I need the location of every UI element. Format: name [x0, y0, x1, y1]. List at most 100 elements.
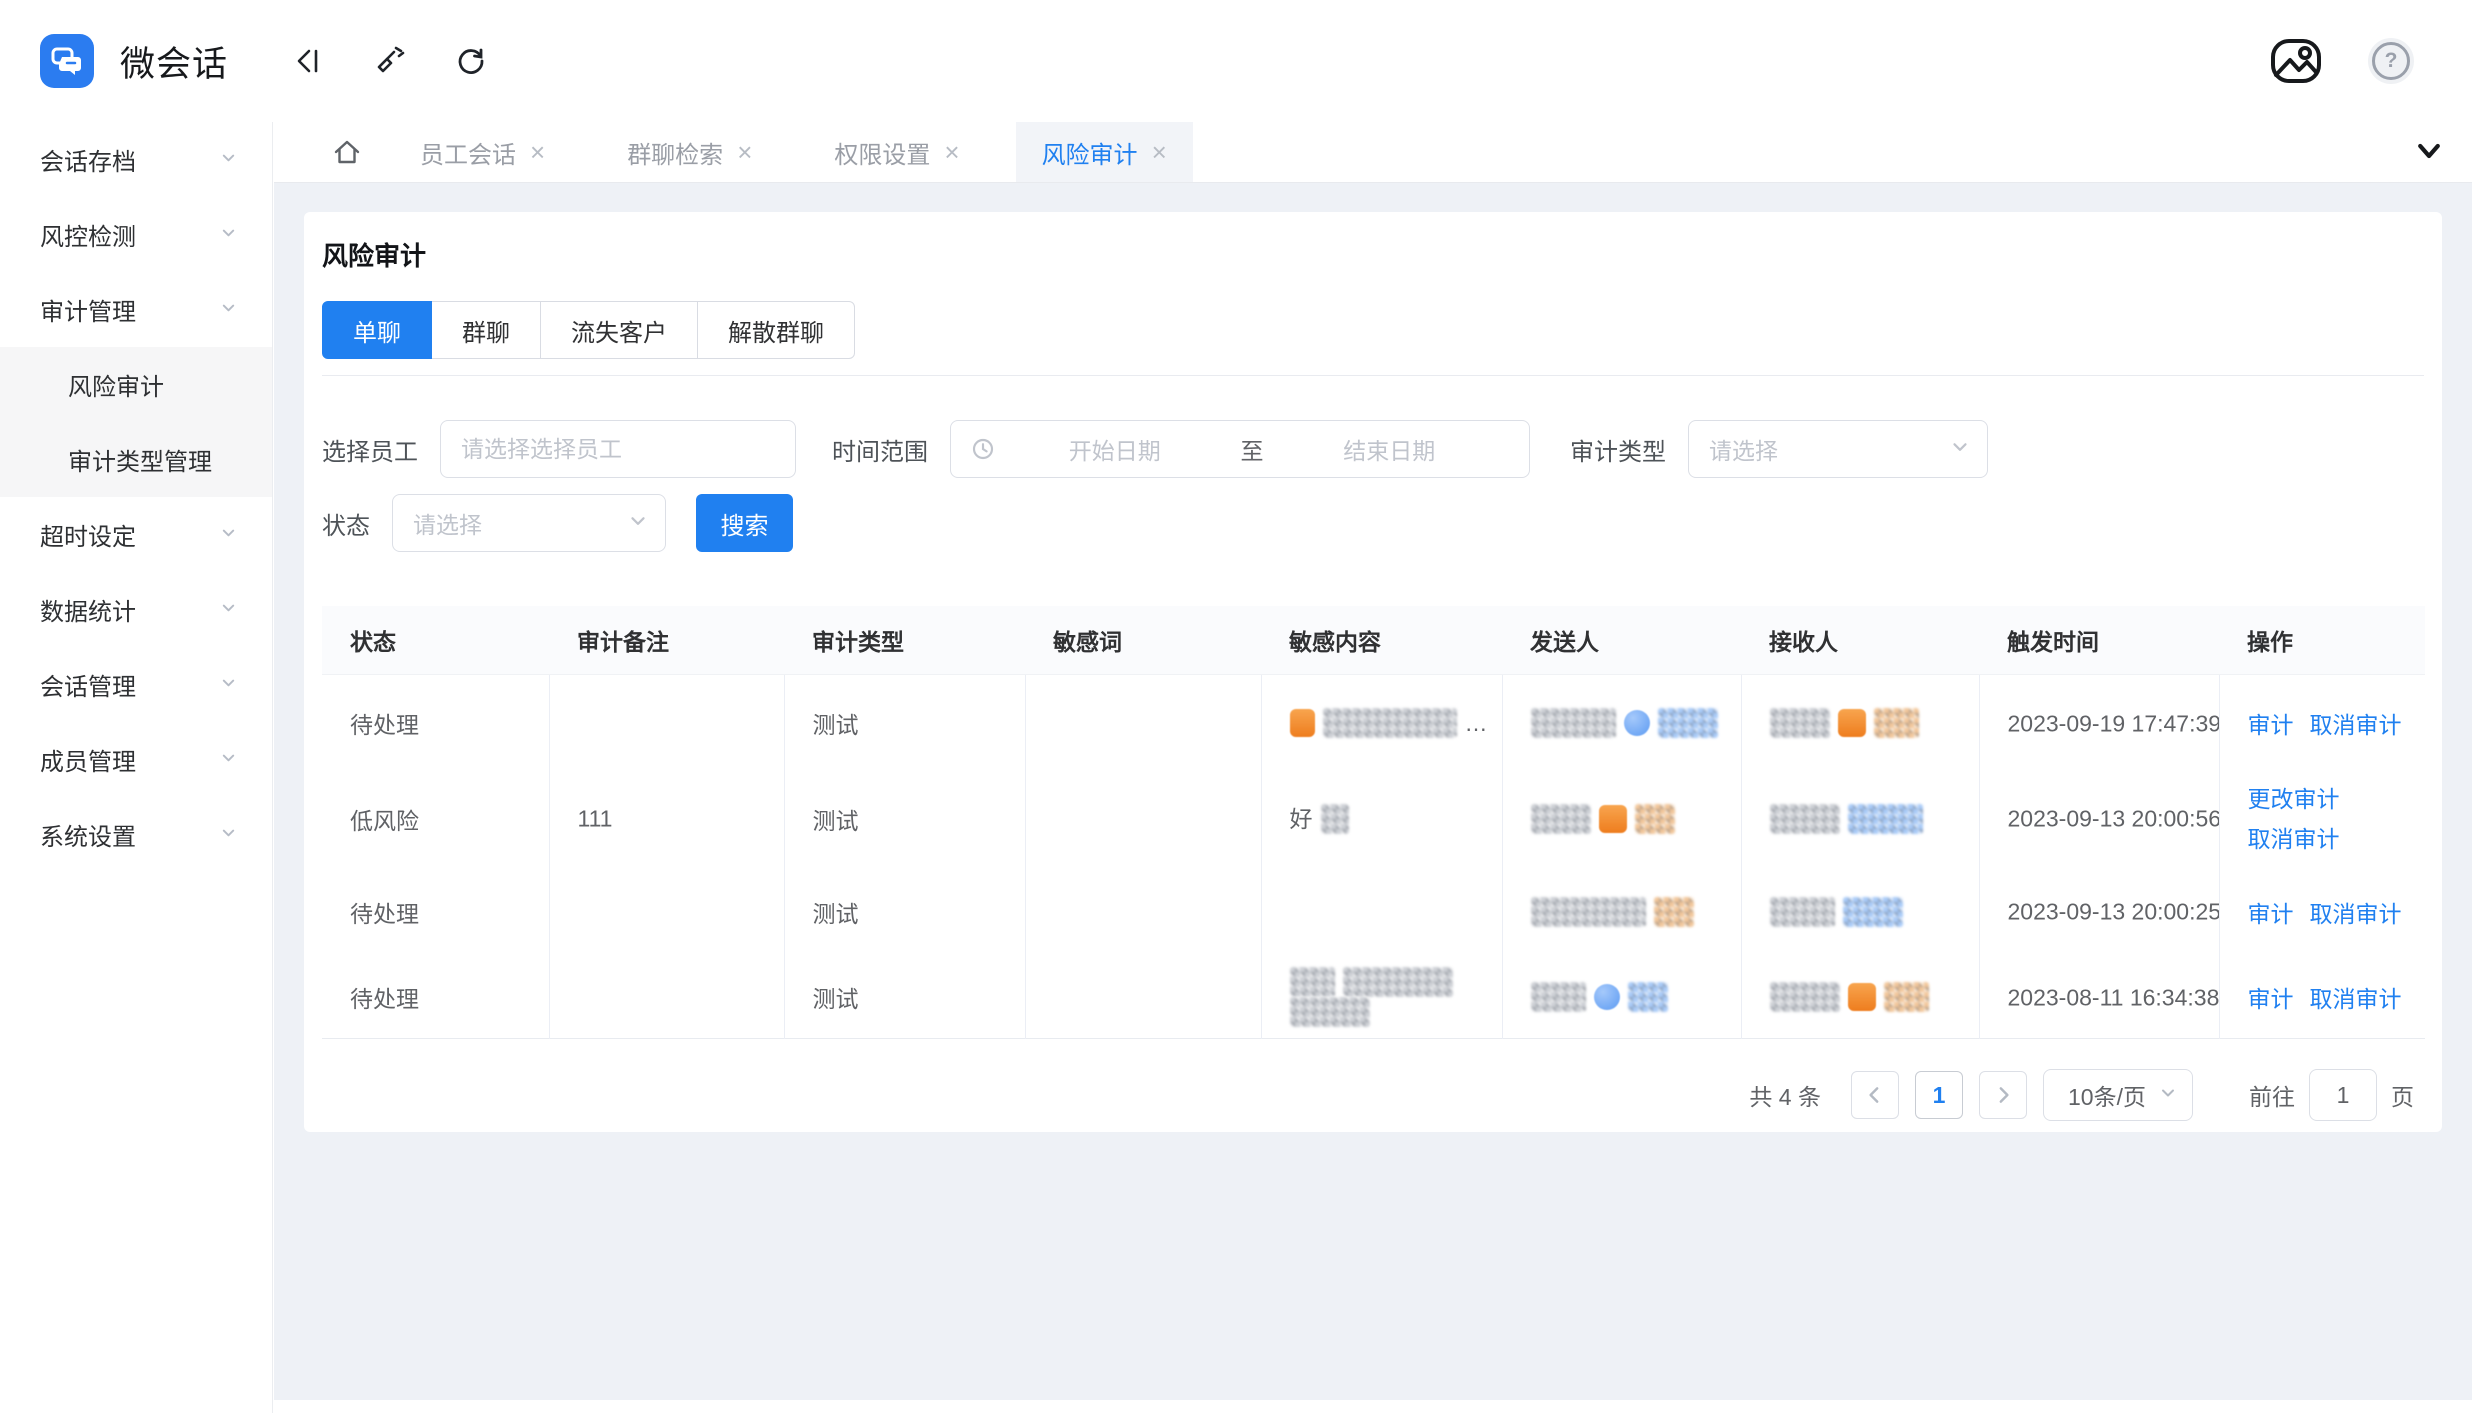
censored-block [1531, 897, 1646, 927]
chat-tab-lost-customers[interactable]: 流失客户 [540, 301, 698, 359]
cell-value: 2023-09-13 20:00:25 [2008, 899, 2220, 925]
censored-block [1770, 982, 1840, 1012]
tab-group-chat-search[interactable]: 群聊检索 × [601, 122, 778, 182]
sidebar-item-label: 审计管理 [40, 292, 219, 327]
cell-actions: 审计取消审计 [2219, 675, 2425, 771]
sidebar-item-audit-type-management[interactable]: 审计类型管理 [0, 422, 272, 497]
sidebar-item-risk-detection[interactable]: 风控检测 [0, 197, 272, 272]
chevron-down-icon [219, 596, 238, 624]
cell-receiver [1741, 771, 1979, 867]
action-link[interactable]: 审计 [2248, 712, 2294, 738]
employee-select-input[interactable] [440, 420, 796, 478]
tab-permission-settings[interactable]: 权限设置× [808, 122, 985, 182]
cell-sensitive-content [1261, 957, 1502, 1039]
tab-list-chevron-down-icon[interactable] [2414, 136, 2444, 171]
sidebar-item-system-settings[interactable]: 系统设置 [0, 797, 272, 872]
status-select[interactable]: 请选择 [392, 494, 666, 552]
pagination-prev-button[interactable] [1851, 1071, 1899, 1119]
sidebar-item-label: 会话存档 [40, 142, 219, 177]
cell-value: 2023-09-13 20:00:56 [2008, 806, 2220, 832]
collapse-sidebar-icon[interactable] [292, 45, 324, 77]
censored-block [1635, 804, 1675, 834]
close-icon[interactable]: × [737, 139, 752, 165]
cell-sender [1502, 957, 1741, 1039]
pagination-page-1[interactable]: 1 [1915, 1071, 1963, 1119]
sidebar-item-data-statistics[interactable]: 数据统计 [0, 572, 272, 647]
cell-value: 测试 [813, 712, 859, 738]
sidebar: 会话存档风控检测审计管理风险审计审计类型管理超时设定数据统计会话管理成员管理系统… [0, 122, 273, 1413]
cell-content [1531, 897, 1727, 927]
goto-page-field[interactable] [2310, 1082, 2376, 1109]
chat-tab-single-chat[interactable]: 单聊 [322, 301, 432, 359]
brush-icon[interactable] [372, 44, 406, 78]
censored-block [1531, 804, 1591, 834]
cell-value: 待处理 [350, 986, 419, 1012]
app-title: 微会话 [120, 36, 228, 87]
chat-tab-group-chat[interactable]: 群聊 [431, 301, 541, 359]
action-link[interactable]: 更改审计 [2248, 784, 2412, 814]
pagination-next-button[interactable] [1979, 1071, 2027, 1119]
cell-status: 待处理 [322, 957, 549, 1039]
employee-input-field[interactable] [441, 436, 795, 463]
cell-sensitive-word [1025, 771, 1261, 867]
start-date-placeholder[interactable]: 开始日期 [995, 432, 1235, 466]
refresh-icon[interactable] [454, 44, 488, 78]
sidebar-item-risk-audit[interactable]: 风险审计 [0, 347, 272, 422]
cell-receiver [1741, 867, 1979, 957]
close-icon[interactable]: × [530, 139, 545, 165]
cell-audit-note [549, 957, 784, 1039]
tab-employee-session[interactable]: 员工会话× [394, 122, 571, 182]
goto-page-input[interactable] [2309, 1069, 2377, 1121]
tab-label: 群聊检索 [627, 135, 723, 170]
sidebar-item-timeout-settings[interactable]: 超时设定 [0, 497, 272, 572]
action-link[interactable]: 取消审计 [2248, 824, 2412, 854]
sidebar-item-audit-management[interactable]: 审计管理 [0, 272, 272, 347]
end-date-placeholder[interactable]: 结束日期 [1270, 432, 1510, 466]
date-range-picker[interactable]: 开始日期 至 结束日期 [950, 420, 1530, 478]
sidebar-item-member-management[interactable]: 成员管理 [0, 722, 272, 797]
pagination: 共 4 条 1 10条/页 前往 [322, 1069, 2424, 1121]
close-icon[interactable]: × [944, 139, 959, 165]
close-icon[interactable]: × [1152, 139, 1167, 165]
cell-sender [1502, 867, 1741, 957]
tab-risk-audit[interactable]: 风险审计× [1016, 122, 1193, 182]
cell-value: 测试 [813, 901, 859, 927]
action-link[interactable]: 取消审计 [2310, 712, 2402, 738]
cell-sensitive-word [1025, 957, 1261, 1039]
censored-block [1343, 967, 1453, 997]
app-window: 微会话 [0, 0, 2472, 1413]
app-logo-icon [40, 34, 94, 88]
cell-trigger-time: 2023-09-19 17:47:39 [1979, 675, 2219, 771]
cell-audit-note: 111 [549, 771, 784, 867]
cell-value: 测试 [813, 808, 859, 834]
cell-content [1531, 982, 1727, 1012]
tab-home[interactable] [330, 122, 364, 182]
cell-actions: 审计取消审计 [2248, 712, 2402, 738]
home-icon [330, 135, 364, 169]
cell-sensitive-content: … [1261, 675, 1502, 771]
action-link[interactable]: 审计 [2248, 901, 2294, 927]
censored-block [1321, 804, 1349, 834]
broken-image-icon[interactable] [2268, 33, 2324, 89]
tabs-holder: 员工会话×群聊检索×权限设置×风险审计× [364, 122, 1193, 182]
column-header-actions: 操作 [2219, 606, 2425, 675]
action-link[interactable]: 取消审计 [2310, 901, 2402, 927]
sidebar-item-session-archive[interactable]: 会话存档 [0, 122, 272, 197]
censored-block [1770, 708, 1830, 738]
sidebar-item-label: 审计类型管理 [68, 442, 238, 477]
chat-tab-disbanded-groups[interactable]: 解散群聊 [697, 301, 855, 359]
chevron-down-icon [1949, 436, 1971, 463]
column-header-status: 状态 [322, 606, 549, 675]
audit-type-select[interactable]: 请选择 [1688, 420, 1988, 478]
sidebar-item-session-management[interactable]: 会话管理 [0, 647, 272, 722]
column-header-sender: 发送人 [1502, 606, 1741, 675]
censored-block [1290, 967, 1335, 997]
sidebar-item-label: 系统设置 [40, 817, 219, 852]
cell-audit-type: 测试 [784, 867, 1025, 957]
page-size-select[interactable]: 10条/页 [2043, 1069, 2193, 1121]
help-icon[interactable]: ? [2368, 38, 2414, 84]
search-button[interactable]: 搜索 [696, 494, 793, 552]
action-link[interactable]: 取消审计 [2310, 986, 2402, 1012]
action-link[interactable]: 审计 [2248, 986, 2294, 1012]
chevron-down-icon [627, 510, 649, 537]
